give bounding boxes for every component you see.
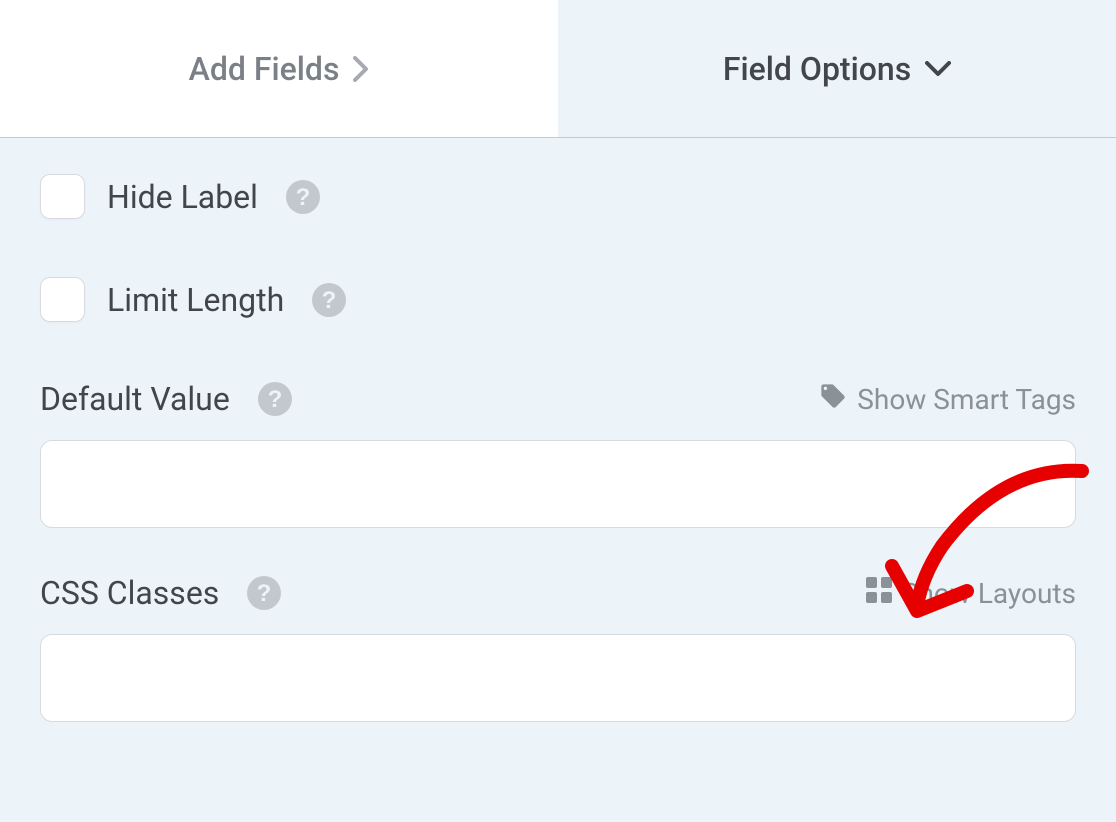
- help-icon[interactable]: ?: [247, 576, 281, 610]
- chevron-right-icon: [353, 56, 369, 82]
- css-classes-label: CSS Classes: [40, 574, 219, 612]
- css-classes-input[interactable]: [40, 634, 1076, 722]
- svg-text:?: ?: [322, 287, 337, 314]
- hide-label-row: Hide Label ?: [40, 174, 1076, 219]
- tag-icon: [819, 382, 847, 417]
- svg-text:?: ?: [296, 184, 311, 211]
- tabs-container: Add Fields Field Options: [0, 0, 1116, 138]
- css-classes-header: CSS Classes ? Show La: [40, 574, 1076, 612]
- default-value-group: Default Value ? Show Smart Tags: [40, 380, 1076, 528]
- grid-icon: [866, 577, 892, 610]
- show-layouts-text: Show Layouts: [902, 577, 1076, 610]
- svg-text:?: ?: [257, 580, 272, 607]
- help-icon[interactable]: ?: [258, 382, 292, 416]
- css-classes-group: CSS Classes ? Show La: [40, 574, 1076, 722]
- svg-text:?: ?: [267, 386, 282, 413]
- default-value-label: Default Value: [40, 380, 230, 418]
- tab-add-fields[interactable]: Add Fields: [0, 0, 558, 137]
- show-smart-tags-text: Show Smart Tags: [857, 383, 1076, 416]
- tab-add-fields-label: Add Fields: [189, 50, 340, 88]
- hide-label-checkbox[interactable]: [40, 174, 85, 219]
- hide-label-text: Hide Label: [107, 178, 258, 216]
- limit-length-text: Limit Length: [107, 281, 284, 319]
- help-icon[interactable]: ?: [286, 180, 320, 214]
- limit-length-checkbox[interactable]: [40, 277, 85, 322]
- show-layouts-link[interactable]: Show Layouts: [866, 577, 1076, 610]
- tab-field-options-label: Field Options: [723, 50, 911, 88]
- limit-length-row: Limit Length ?: [40, 277, 1076, 322]
- field-options-panel: Hide Label ? Limit Length ? Default Valu…: [0, 138, 1116, 822]
- default-value-input[interactable]: [40, 440, 1076, 528]
- help-icon[interactable]: ?: [312, 283, 346, 317]
- tab-field-options[interactable]: Field Options: [558, 0, 1116, 137]
- default-value-header: Default Value ? Show Smart Tags: [40, 380, 1076, 418]
- show-smart-tags-link[interactable]: Show Smart Tags: [819, 382, 1076, 417]
- chevron-down-icon: [925, 61, 951, 77]
